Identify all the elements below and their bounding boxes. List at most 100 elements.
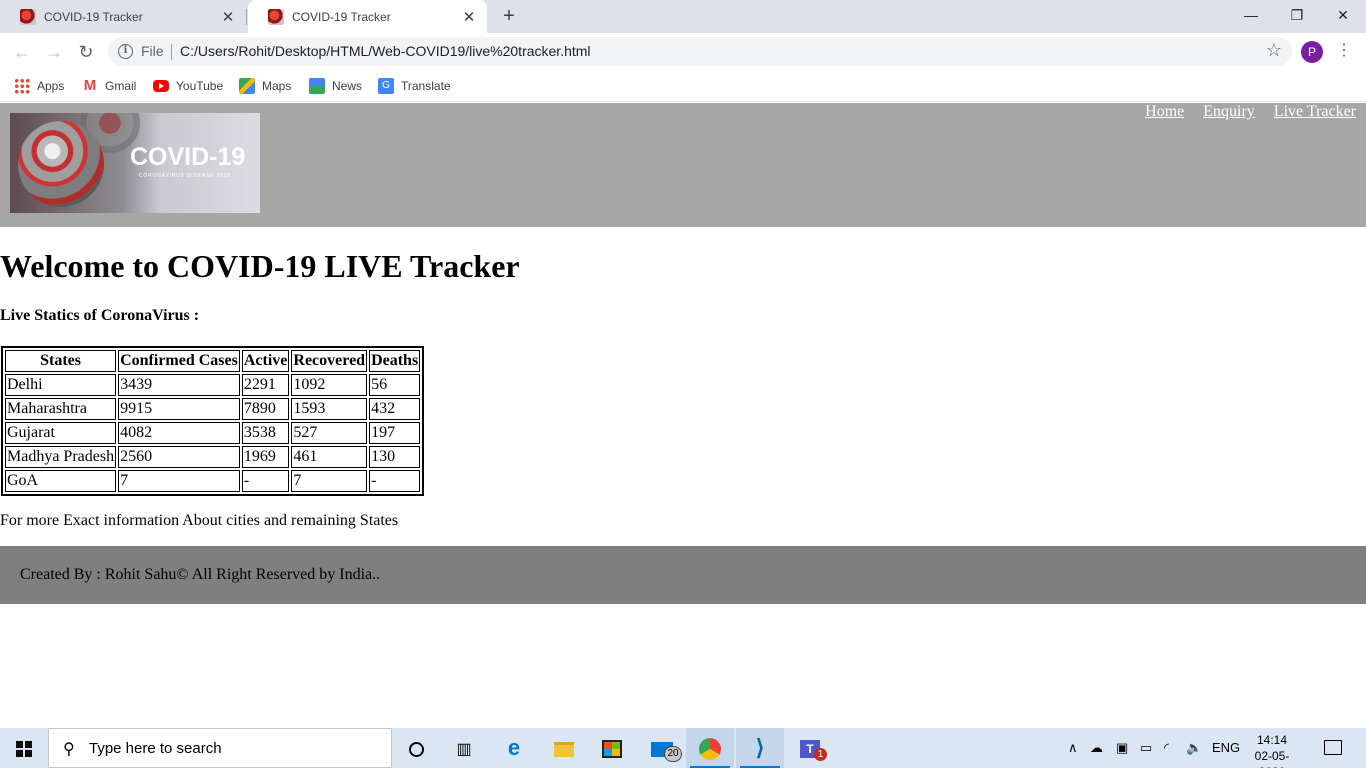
- table-cell: Maharashtra: [5, 398, 117, 420]
- column-header: Confirmed Cases: [118, 350, 240, 372]
- table-cell: Madhya Pradesh: [5, 446, 117, 468]
- site-header: COVID-19 CORONAVIRUS DISEASE 2019 Home E…: [0, 103, 1366, 227]
- browser-menu-icon[interactable]: ⋮: [1334, 39, 1354, 63]
- table-cell: 432: [369, 398, 421, 420]
- input-language[interactable]: ENG: [1212, 728, 1240, 768]
- search-icon: ⚲: [63, 741, 75, 758]
- table-cell: 1969: [241, 446, 290, 468]
- cortana-button[interactable]: [392, 728, 440, 768]
- table-cell: 2560: [118, 446, 240, 468]
- window-close-button[interactable]: ✕: [1320, 0, 1366, 33]
- clock-date: 02-05-2020: [1254, 749, 1290, 768]
- browser-tab-active[interactable]: COVID-19 Tracker ✕: [248, 0, 487, 33]
- meet-now-icon[interactable]: ▣: [1116, 728, 1128, 768]
- table-cell: 1092: [291, 374, 368, 396]
- onedrive-cloud-icon[interactable]: ☁: [1090, 728, 1103, 768]
- table-cell: 7: [291, 470, 368, 492]
- mail-count-badge: 20: [664, 746, 682, 762]
- table-cell: 4082: [118, 422, 240, 444]
- bookmark-star-icon[interactable]: ☆: [1266, 40, 1282, 61]
- more-info-text: For more Exact information About cities …: [0, 512, 399, 529]
- site-footer: Created By : Rohit Sahu© All Right Reser…: [0, 546, 1366, 604]
- site-info-icon[interactable]: i: [118, 44, 133, 59]
- mail-taskbar-button[interactable]: 20: [638, 728, 686, 768]
- column-header: Recovered: [291, 350, 368, 372]
- tab-title: COVID-19 Tracker: [44, 9, 143, 24]
- table-cell: 1593: [291, 398, 368, 420]
- teams-taskbar-button[interactable]: T 1: [786, 728, 834, 768]
- table-cell: 3538: [241, 422, 290, 444]
- bookmark-label: YouTube: [176, 79, 224, 93]
- column-header: States: [5, 350, 117, 372]
- reload-button[interactable]: ↻: [72, 38, 100, 66]
- bookmark-label: Apps: [37, 79, 65, 93]
- table-cell: 527: [291, 422, 368, 444]
- bookmarks-bar: Apps M Gmail YouTube Maps News G Transla…: [0, 71, 1366, 102]
- table-cell: Gujarat: [5, 422, 117, 444]
- covid-favicon-icon: [268, 8, 284, 25]
- address-bar[interactable]: i File C:/Users/Rohit/Desktop/HTML/Web-C…: [108, 37, 1292, 66]
- nav-link-enquiry[interactable]: Enquiry: [1203, 103, 1255, 121]
- table-row: GoA 7 - 7 -: [5, 470, 421, 492]
- nav-link-live-tracker[interactable]: Live Tracker: [1274, 103, 1356, 121]
- tab-close-icon[interactable]: ✕: [457, 8, 481, 26]
- tab-title: COVID-19 Tracker: [292, 9, 391, 24]
- nav-link-home[interactable]: Home: [1145, 103, 1184, 121]
- file-explorer-taskbar-button[interactable]: [540, 728, 588, 768]
- show-hidden-icons-button[interactable]: ∧: [1068, 728, 1078, 768]
- edge-icon: e: [507, 735, 521, 760]
- covid-favicon-icon: [20, 8, 36, 25]
- table-cell: 7: [118, 470, 240, 492]
- bookmark-maps[interactable]: Maps: [239, 77, 291, 95]
- new-tab-button[interactable]: +: [497, 4, 521, 28]
- table-cell: -: [241, 470, 290, 492]
- footer-text: Created By : Rohit Sahu© All Right Reser…: [20, 566, 381, 583]
- start-button[interactable]: [0, 728, 48, 768]
- wifi-icon[interactable]: ◜: [1164, 728, 1169, 768]
- logo-subtitle: CORONAVIRUS DISEASE 2019: [139, 173, 231, 179]
- table-cell: 130: [369, 446, 421, 468]
- covid-stats-table: States Confirmed Cases Active Recovered …: [1, 346, 425, 496]
- logo-title: COVID-19: [130, 143, 246, 171]
- chrome-icon: [699, 738, 721, 761]
- tab-strip: COVID-19 Tracker ✕ COVID-19 Tracker ✕ + …: [0, 0, 1366, 33]
- volume-icon[interactable]: 🔈: [1186, 728, 1202, 768]
- table-cell: 461: [291, 446, 368, 468]
- profile-avatar[interactable]: P: [1301, 41, 1323, 63]
- tab-close-icon[interactable]: ✕: [216, 8, 240, 26]
- action-center-icon[interactable]: [1318, 737, 1346, 759]
- bookmark-youtube[interactable]: YouTube: [153, 77, 223, 95]
- site-nav: Home Enquiry Live Tracker: [1145, 103, 1356, 121]
- forward-button[interactable]: →: [40, 38, 68, 66]
- browser-tab[interactable]: COVID-19 Tracker ✕: [0, 0, 247, 33]
- chrome-taskbar-button[interactable]: [686, 728, 734, 768]
- back-button[interactable]: ←: [8, 38, 36, 66]
- table-cell: 197: [369, 422, 421, 444]
- section-subheading: Live Statics of CoronaVirus :: [0, 307, 200, 324]
- battery-icon[interactable]: ▭: [1140, 728, 1152, 768]
- taskbar-clock[interactable]: 14:14 02-05-2020: [1244, 732, 1300, 768]
- maps-icon: [239, 78, 255, 94]
- edge-taskbar-button[interactable]: e: [490, 728, 538, 768]
- scheme-label: File: [141, 43, 164, 59]
- folder-icon: [554, 741, 574, 757]
- table-cell: 9915: [118, 398, 240, 420]
- youtube-icon: [153, 80, 169, 92]
- windows-taskbar: ⚲ Type here to search ▥ e 20 ⟩ T 1 ∧ ☁ ▣…: [0, 728, 1366, 768]
- table-row: Delhi 3439 2291 1092 56: [5, 374, 421, 396]
- minimize-button[interactable]: —: [1228, 0, 1274, 33]
- vscode-taskbar-button[interactable]: ⟩: [736, 728, 784, 768]
- task-view-button[interactable]: ▥: [440, 728, 488, 768]
- url-text[interactable]: C:/Users/Rohit/Desktop/HTML/Web-COVID19/…: [180, 43, 591, 59]
- bookmark-label: Translate: [401, 79, 451, 93]
- news-icon: [309, 78, 325, 94]
- table-cell: 2291: [241, 374, 290, 396]
- bookmark-news[interactable]: News: [309, 77, 362, 95]
- bookmark-translate[interactable]: G Translate: [378, 77, 451, 95]
- bookmark-gmail[interactable]: M Gmail: [82, 77, 137, 95]
- store-taskbar-button[interactable]: [588, 728, 636, 768]
- restore-button[interactable]: ❐: [1274, 0, 1320, 33]
- windows-logo-icon: [16, 741, 32, 757]
- bookmark-apps[interactable]: Apps: [14, 77, 64, 95]
- taskbar-search-box[interactable]: ⚲ Type here to search: [48, 728, 392, 768]
